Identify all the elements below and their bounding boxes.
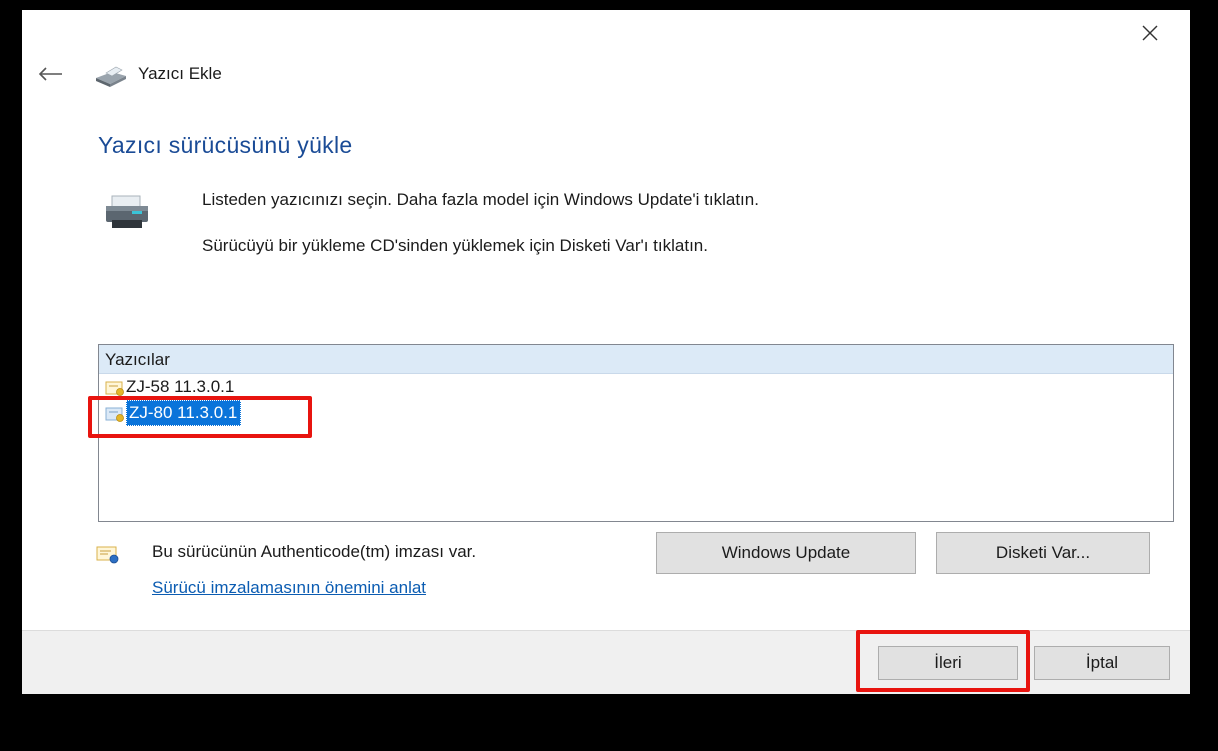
window-title: Yazıcı Ekle [138,64,222,83]
page-heading: Yazıcı sürücüsünü yükle [98,132,353,158]
close-icon[interactable] [1132,16,1168,50]
printers-listbox[interactable]: Yazıcılar ZJ-58 11.3.0.1 ZJ-80 11.3.0.1 [98,344,1174,522]
signed-certificate-icon [96,544,120,564]
certificate-icon [105,379,125,396]
instruction-select-printer: Listeden yazıcınızı seçin. Daha fazla mo… [202,190,759,209]
driver-signing-info-link[interactable]: Sürücü imzalamasının önemini anlat [152,578,426,598]
have-disk-button[interactable]: Disketi Var... [936,532,1150,574]
printers-list-header: Yazıcılar [99,345,1173,374]
cancel-button[interactable]: İptal [1034,646,1170,680]
back-arrow-icon[interactable] [34,62,68,86]
next-button[interactable]: İleri [878,646,1018,680]
windows-update-button[interactable]: Windows Update [656,532,916,574]
certificate-icon [105,405,125,422]
add-printer-dialog: Yazıcı Ekle Yazıcı sürücüsünü yükle List… [22,10,1190,694]
printer-wizard-icon [92,64,128,88]
signature-status-text: Bu sürücünün Authenticode(tm) imzası var… [152,542,477,561]
printer-item-label: ZJ-58 11.3.0.1 [126,377,235,396]
printer-list-item-selected[interactable]: ZJ-80 11.3.0.1 [105,400,242,426]
close-button[interactable] [1132,16,1168,50]
printer-list-item[interactable]: ZJ-58 11.3.0.1 [105,375,234,399]
printer-item-label: ZJ-80 11.3.0.1 [126,400,242,426]
instruction-have-disk: Sürücüyü bir yükleme CD'sinden yüklemek … [202,236,708,255]
back-button[interactable] [34,62,68,86]
printer-icon [102,192,154,232]
